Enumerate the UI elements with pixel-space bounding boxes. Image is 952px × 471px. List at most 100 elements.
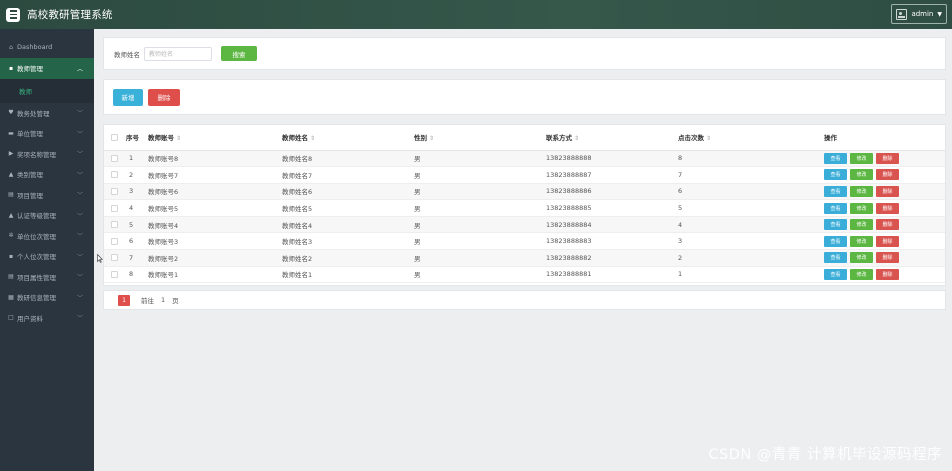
row-checkbox[interactable] bbox=[111, 154, 118, 162]
cell-name: 教师姓名5 bbox=[282, 199, 414, 217]
search-panel: 教师姓名 教师姓名 搜索 bbox=[103, 37, 946, 70]
delete-button[interactable]: 删除 bbox=[876, 169, 899, 181]
row-checkbox[interactable] bbox=[111, 237, 118, 245]
sidebar-item-12[interactable]: □ 用户资料 ﹀ bbox=[0, 308, 94, 329]
user-name: admin bbox=[911, 10, 934, 18]
view-button[interactable]: 查看 bbox=[824, 152, 847, 164]
row-select-cell bbox=[104, 232, 126, 251]
sidebar-item-10[interactable]: ▤ 项目属性管理 ﹀ bbox=[0, 267, 94, 288]
cell-operations: 查看 修改 删除 bbox=[824, 216, 945, 234]
add-button[interactable]: 新增 bbox=[113, 88, 143, 106]
sidebar-item-label: 用户资料 bbox=[17, 314, 43, 323]
batch-delete-button[interactable]: 删除 bbox=[148, 88, 180, 106]
delete-button[interactable]: 删除 bbox=[876, 152, 899, 164]
sidebar-item-7[interactable]: ▲ 认证等级管理 ﹀ bbox=[0, 205, 94, 226]
cell-operations: 查看 修改 删除 bbox=[824, 266, 945, 284]
row-checkbox[interactable] bbox=[111, 171, 118, 179]
menu-logo-icon[interactable] bbox=[6, 7, 20, 22]
sidebar-item-icon: ▲ bbox=[8, 170, 14, 178]
sidebar-item-9[interactable]: ▪ 个人位次管理 ﹀ bbox=[0, 246, 94, 267]
cell-index: 3 bbox=[126, 183, 148, 201]
cell-clicks: 2 bbox=[678, 249, 824, 267]
view-button[interactable]: 查看 bbox=[824, 235, 847, 247]
edit-button[interactable]: 修改 bbox=[850, 202, 873, 214]
view-button[interactable]: 查看 bbox=[824, 169, 847, 181]
teacher-name-search-input[interactable]: 教师姓名 bbox=[144, 46, 212, 61]
table-row: 5 教师账号4 教师姓名4 男 13823888884 4 查看 修改 删除 bbox=[104, 216, 945, 234]
search-button[interactable]: 搜索 bbox=[221, 46, 257, 61]
row-select-cell bbox=[104, 266, 126, 284]
cell-contact: 13823888887 bbox=[546, 166, 678, 184]
col-gender[interactable]: 性别 ⇕ bbox=[414, 125, 546, 151]
sidebar-subitem-teacher[interactable]: 教师 bbox=[0, 78, 94, 103]
edit-button[interactable]: 修改 bbox=[850, 152, 873, 164]
delete-button[interactable]: 删除 bbox=[876, 268, 899, 280]
sidebar-item-label: 个人位次管理 bbox=[17, 253, 56, 262]
chevron-down-icon: ﹀ bbox=[76, 130, 83, 138]
sidebar-item-1[interactable]: ▪ 教师管理 ︿ bbox=[0, 58, 94, 79]
sidebar-item-0[interactable]: ⌂ Dashboard bbox=[0, 36, 94, 58]
watermark-text: CSDN @青青 计算机毕设源码程序 bbox=[708, 447, 942, 463]
cell-operations: 查看 修改 删除 bbox=[824, 199, 945, 217]
edit-button[interactable]: 修改 bbox=[850, 219, 873, 231]
delete-button[interactable]: 删除 bbox=[876, 252, 899, 264]
row-checkbox[interactable] bbox=[111, 270, 118, 278]
sidebar-item-icon: ▤ bbox=[8, 273, 14, 281]
sort-icon[interactable]: ⇕ bbox=[706, 135, 711, 142]
sidebar-item-3[interactable]: ▬ 单位管理 ﹀ bbox=[0, 123, 94, 144]
cell-clicks: 4 bbox=[678, 216, 824, 234]
sidebar-item-icon: ▲ bbox=[8, 211, 14, 219]
cell-index: 4 bbox=[126, 199, 148, 217]
edit-button[interactable]: 修改 bbox=[850, 235, 873, 247]
goto-label: 前往 bbox=[141, 297, 154, 305]
sidebar-item-2[interactable]: ♥ 教务处管理 ﹀ bbox=[0, 103, 94, 124]
delete-button[interactable]: 删除 bbox=[876, 235, 899, 247]
sidebar-item-label: Dashboard bbox=[17, 43, 53, 51]
view-button[interactable]: 查看 bbox=[824, 252, 847, 264]
col-account[interactable]: 教师账号 ⇕ bbox=[148, 125, 282, 151]
sidebar-item-4[interactable]: ▶ 奖项名称管理 ﹀ bbox=[0, 144, 94, 165]
chevron-up-icon: ︿ bbox=[76, 65, 83, 73]
edit-button[interactable]: 修改 bbox=[850, 169, 873, 181]
view-button[interactable]: 查看 bbox=[824, 268, 847, 280]
row-checkbox[interactable] bbox=[111, 221, 118, 229]
col-clicks[interactable]: 点击次数 ⇕ bbox=[678, 125, 824, 151]
sidebar-item-label: 教研信息管理 bbox=[17, 294, 56, 303]
page-jump-input[interactable]: 1 bbox=[161, 296, 165, 304]
page-number-current[interactable]: 1 bbox=[118, 294, 130, 306]
view-button[interactable]: 查看 bbox=[824, 202, 847, 214]
table-row: 8 教师账号1 教师姓名1 男 13823888881 1 查看 修改 删除 bbox=[104, 266, 945, 284]
sidebar-item-label: 单位位次管理 bbox=[17, 232, 56, 241]
col-contact[interactable]: 联系方式 ⇕ bbox=[546, 125, 678, 151]
cell-contact: 13823888885 bbox=[546, 199, 678, 217]
sort-icon[interactable]: ⇕ bbox=[429, 135, 434, 142]
delete-button[interactable]: 删除 bbox=[876, 185, 899, 197]
view-button[interactable]: 查看 bbox=[824, 185, 847, 197]
sort-icon[interactable]: ⇕ bbox=[310, 135, 315, 142]
cell-contact: 13823888883 bbox=[546, 232, 678, 251]
row-checkbox[interactable] bbox=[111, 254, 118, 262]
user-menu[interactable]: admin ▼ bbox=[891, 4, 947, 24]
cell-account: 教师账号8 bbox=[148, 150, 282, 168]
sort-icon[interactable]: ⇕ bbox=[574, 135, 579, 142]
sidebar-item-11[interactable]: ▦ 教研信息管理 ﹀ bbox=[0, 287, 94, 308]
edit-button[interactable]: 修改 bbox=[850, 252, 873, 264]
sidebar-item-5[interactable]: ▲ 类别管理 ﹀ bbox=[0, 164, 94, 185]
delete-button[interactable]: 删除 bbox=[876, 219, 899, 231]
delete-button[interactable]: 删除 bbox=[876, 202, 899, 214]
select-all-checkbox[interactable] bbox=[111, 133, 118, 141]
sidebar-item-icon: ▬ bbox=[8, 129, 14, 137]
cell-gender: 男 bbox=[414, 199, 546, 217]
row-checkbox[interactable] bbox=[111, 187, 118, 195]
edit-button[interactable]: 修改 bbox=[850, 268, 873, 280]
sort-icon[interactable]: ⇕ bbox=[176, 135, 181, 142]
view-button[interactable]: 查看 bbox=[824, 219, 847, 231]
cell-account: 教师账号5 bbox=[148, 199, 282, 217]
sidebar: ⌂ Dashboard ▪ 教师管理 ︿ 教师 ♥ 教务处管理 ﹀ ▬ 单位管理 ﹀ ▶ 奖项名称管理 ﹀ ▲… bbox=[0, 29, 94, 471]
col-name[interactable]: 教师姓名 ⇕ bbox=[282, 125, 414, 151]
chevron-down-icon: ﹀ bbox=[76, 315, 83, 323]
edit-button[interactable]: 修改 bbox=[850, 185, 873, 197]
sidebar-item-8[interactable]: ✲ 单位位次管理 ﹀ bbox=[0, 226, 94, 247]
row-checkbox[interactable] bbox=[111, 204, 118, 212]
sidebar-item-6[interactable]: ▤ 项目管理 ﹀ bbox=[0, 185, 94, 206]
